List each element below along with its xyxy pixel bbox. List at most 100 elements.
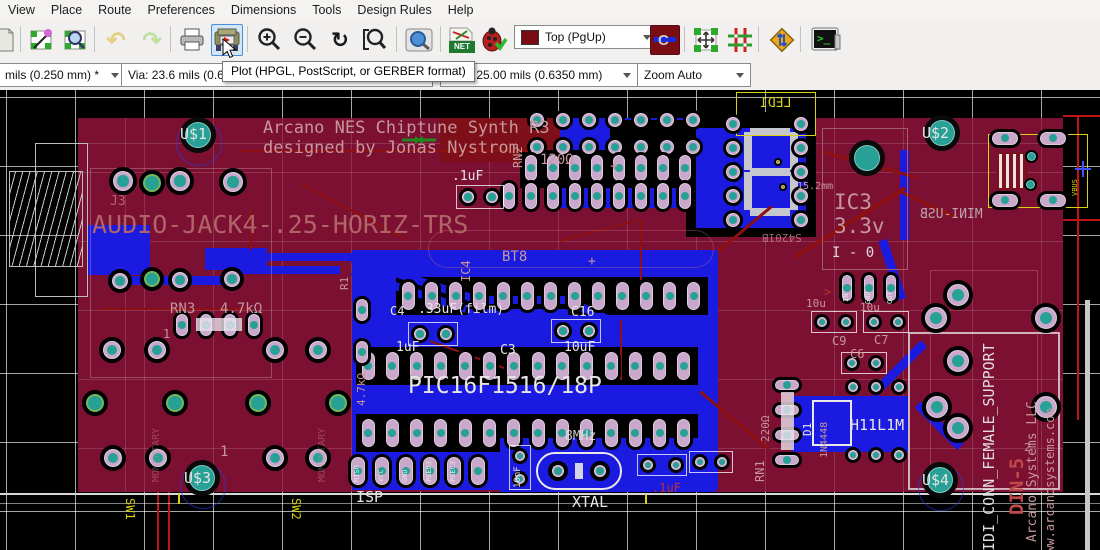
pcb-silkscreen-text: 220Ω — [760, 416, 771, 443]
undo-icon[interactable]: ↶ — [100, 24, 132, 56]
open-document-icon[interactable] — [0, 24, 20, 56]
pcb-silkscreen-text: S4201B — [762, 232, 802, 243]
pcb-region — [196, 318, 242, 331]
pad-drill — [404, 292, 412, 300]
pad-drill — [607, 429, 615, 437]
pcb-pad — [580, 322, 598, 340]
pad-drill — [554, 467, 562, 475]
wire-join-icon[interactable] — [400, 132, 438, 154]
pad-drill — [607, 362, 615, 370]
pcb-oval-pad — [588, 180, 606, 212]
redo-icon[interactable]: ↷ — [136, 24, 168, 56]
zoom-select-icon[interactable] — [358, 24, 390, 56]
menu-dimensions[interactable]: Dimensions — [223, 2, 304, 18]
pcb-silkscreen-text: .33uF(film) — [418, 303, 504, 316]
pcb-oval-pad — [456, 416, 475, 450]
pad-drill — [474, 467, 482, 475]
pcb-pad — [845, 379, 861, 395]
ratsnest-icon[interactable]: C — [650, 25, 680, 55]
pad-drill — [534, 362, 542, 370]
pcb-oval-pad — [522, 180, 540, 212]
menu-design-rules[interactable]: Design Rules — [349, 2, 439, 18]
pad-drill — [952, 422, 964, 434]
autoroute-icon[interactable] — [766, 24, 798, 56]
silk-opto: H11L1M — [850, 418, 904, 433]
export-net-icon[interactable]: NET — [446, 24, 478, 56]
pcb-pad — [868, 379, 884, 395]
pad-drill — [729, 120, 737, 128]
board-edit-icon[interactable] — [26, 24, 58, 56]
pad-drill — [637, 116, 645, 124]
pcb-silkscreen-text: I - 0 — [832, 246, 874, 260]
pcb-pad — [891, 379, 907, 395]
print-icon[interactable] — [176, 24, 208, 56]
pcb-oval-pad — [407, 416, 426, 450]
pcb-silkscreen-text: 15.2mm — [797, 182, 833, 192]
pad-drill — [952, 289, 964, 301]
zoom-out-icon[interactable] — [289, 24, 321, 56]
menu-tools[interactable]: Tools — [304, 2, 349, 18]
pcb-pad — [82, 390, 108, 416]
zoom-window-icon[interactable] — [402, 24, 436, 56]
pcb-editor-window: View Place Route Preferences Dimensions … — [0, 0, 1100, 550]
pcb-pad — [262, 337, 288, 363]
pcb-oval-pad — [637, 279, 656, 313]
pad-drill — [416, 330, 423, 337]
menu-place[interactable]: Place — [43, 2, 90, 18]
pad-drill — [108, 453, 118, 463]
command-terminal-icon[interactable]: >_ — [808, 24, 844, 56]
pad-drill — [510, 362, 518, 370]
pcb-oval-pad — [674, 416, 693, 450]
pcb-pad — [99, 337, 125, 363]
pcb-silkscreen-text: 4.7kΩ — [356, 373, 367, 406]
pcb-silkscreen-text: MISO — [354, 465, 361, 482]
pcb-oval-pad — [518, 279, 537, 313]
pcb-oval-pad — [626, 416, 645, 450]
menu-view[interactable]: View — [0, 2, 43, 18]
unit-select[interactable]: mils (0.250 mm) * — [0, 63, 126, 87]
pad-drill — [437, 362, 445, 370]
pad-drill — [152, 345, 162, 355]
pad-drill — [656, 362, 664, 370]
replace-component-icon[interactable] — [690, 24, 722, 56]
pcb-canvas[interactable]: Arcano NES Chiptune Synth R3designed by … — [0, 90, 1100, 550]
pad-drill — [871, 319, 877, 325]
pad-drill — [583, 362, 591, 370]
pcb-trace — [1063, 115, 1100, 117]
pad-drill — [656, 429, 664, 437]
pad-drill — [270, 453, 280, 463]
pcb-silkscreen-text: GND — [402, 469, 409, 482]
pad-drill — [527, 192, 535, 200]
pcb-pad — [100, 445, 126, 471]
grid-setup-icon[interactable] — [724, 24, 756, 56]
redraw-icon[interactable]: ↻ — [324, 24, 356, 56]
pcb-silkscreen-text: RN2 — [512, 146, 524, 168]
menu-help[interactable]: Help — [440, 2, 482, 18]
pad-drill — [107, 345, 117, 355]
pad-drill — [534, 429, 542, 437]
board-view-icon[interactable] — [60, 24, 92, 56]
pad-drill — [571, 192, 579, 200]
silk-designer: designed by Jonas Nystrom — [263, 140, 519, 157]
pad-drill — [227, 274, 237, 284]
pcb-pad — [868, 447, 884, 463]
design-rule-check-icon[interactable] — [478, 24, 510, 56]
pad-drill — [523, 292, 531, 300]
pad-drill — [631, 429, 639, 437]
pad-drill — [729, 144, 737, 152]
silk-mcu: PIC16F1516/18P — [408, 375, 602, 398]
pcb-silkscreen-text: 1N4448 — [820, 422, 830, 458]
zoom-select[interactable]: Zoom Auto — [637, 63, 751, 87]
pcb-pad — [890, 314, 906, 330]
menu-preferences[interactable]: Preferences — [140, 2, 223, 18]
zoom-in-icon[interactable] — [253, 24, 285, 56]
main-toolbar: ↶ ↷ ↻ NET — [0, 19, 1100, 60]
menu-route[interactable]: Route — [90, 2, 139, 18]
net-label: NET — [449, 41, 475, 53]
layer-select[interactable]: Top (PgUp) — [514, 25, 658, 49]
pcb-silkscreen-text: 1 — [220, 445, 228, 459]
pad-drill — [797, 168, 805, 176]
pcb-oval-pad — [772, 377, 802, 393]
pad-drill — [631, 362, 639, 370]
pcb-pad — [791, 138, 811, 158]
